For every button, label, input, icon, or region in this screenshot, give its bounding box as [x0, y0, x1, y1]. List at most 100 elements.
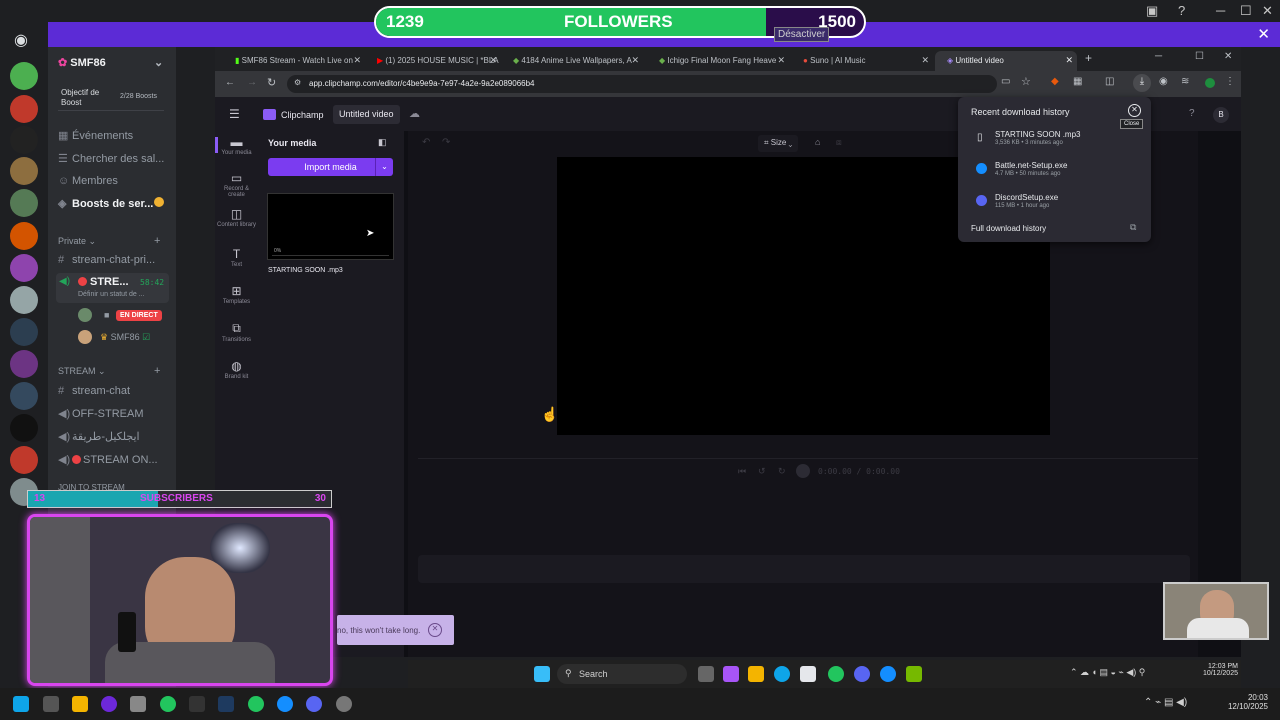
channel-stream-on[interactable]: ◀) STREAM ON... — [58, 453, 158, 466]
crop-icon[interactable]: ⌂ — [815, 137, 820, 147]
new-tab-icon[interactable]: + — [1085, 51, 1092, 65]
discord-logo-icon[interactable]: ◉ — [14, 30, 28, 50]
server-icon[interactable] — [10, 446, 38, 474]
settings-icon[interactable] — [336, 696, 352, 712]
cast-icon[interactable]: ▭ — [1001, 76, 1010, 87]
browser-tab[interactable]: ◆ Ichigo Final Moon Fang Heave ✕ — [647, 51, 789, 71]
server-icon[interactable] — [10, 95, 38, 123]
redo-icon[interactable]: ↷ — [442, 137, 450, 148]
back-icon[interactable]: ← — [225, 77, 235, 88]
nav-record-create[interactable]: ▭ Record & create — [215, 171, 258, 198]
chevron-down-icon[interactable]: ⌄ — [375, 158, 393, 176]
taskbar-search[interactable]: ⚲ Search — [557, 664, 687, 684]
import-media-button[interactable]: Import media ⌄ — [268, 158, 393, 176]
site-info-icon[interactable]: ⚙ — [294, 78, 301, 87]
minimize-icon[interactable]: ─ — [1216, 3, 1225, 18]
star-icon[interactable]: ☆ — [1021, 75, 1031, 88]
close-icon[interactable]: ✕ — [1128, 104, 1141, 117]
file-explorer-icon[interactable] — [748, 666, 764, 682]
browser-tab[interactable]: ▶ (1) 2025 HOUSE MUSIC | *BLA ✕ — [365, 51, 501, 71]
window-icon[interactable]: ▣ — [1146, 3, 1158, 19]
battle-net-icon[interactable] — [880, 666, 896, 682]
menu-members[interactable]: ☺ Membres — [58, 175, 118, 187]
hamburger-menu-icon[interactable]: ☰ — [229, 107, 240, 121]
maximize-icon[interactable]: ☐ — [1240, 3, 1252, 19]
extension-icon[interactable]: ◉ — [1159, 76, 1168, 87]
outer-clock[interactable]: 20:03 12/10/2025 — [1214, 693, 1268, 711]
download-item[interactable]: Battle.net-Setup.exe 4.7 MB • 50 minutes… — [970, 161, 1140, 177]
close-toast-icon[interactable]: ✕ — [428, 623, 442, 637]
add-channel-icon[interactable]: + — [154, 235, 160, 247]
collapse-panel-icon[interactable]: ◧ — [378, 137, 387, 148]
steam-icon[interactable] — [218, 696, 234, 712]
task-view-icon[interactable] — [698, 666, 714, 682]
server-name[interactable]: ✿ SMF86 ⌄ — [58, 56, 163, 69]
timeline-track[interactable] — [418, 555, 1190, 583]
server-icon[interactable] — [10, 222, 38, 250]
menu-browse-channels[interactable]: ☰ Chercher des sal... — [58, 152, 164, 165]
profile-avatar[interactable] — [1205, 78, 1215, 88]
add-channel-icon[interactable]: + — [154, 365, 160, 377]
help-icon[interactable]: ? — [1178, 3, 1185, 18]
discord-icon[interactable] — [854, 666, 870, 682]
nav-transitions[interactable]: ⧉ Transitions — [215, 321, 258, 343]
nav-your-media[interactable]: ▬ Your media — [215, 135, 258, 156]
menu-events[interactable]: ▦ Événements — [58, 129, 133, 142]
discord-icon[interactable] — [306, 696, 322, 712]
account-avatar[interactable]: B — [1213, 107, 1229, 123]
copilot-icon[interactable] — [723, 666, 739, 682]
forward-icon[interactable]: ↻ — [778, 466, 786, 477]
nav-brand-kit[interactable]: ◍ Brand kit — [215, 359, 258, 380]
boost-goal[interactable]: Objectif de Boost 2/28 Boosts — [58, 87, 164, 111]
extensions-icon[interactable]: ▦ — [1073, 76, 1082, 87]
fit-icon[interactable]: ⧈ — [836, 137, 842, 148]
project-name-field[interactable]: Untitled video — [333, 105, 400, 124]
store-icon[interactable] — [800, 666, 816, 682]
close-window-icon[interactable]: ✕ — [1262, 3, 1273, 19]
close-tab-icon[interactable]: ✕ — [1065, 55, 1073, 66]
extension-icon[interactable]: ◆ — [1051, 76, 1059, 87]
server-icon[interactable] — [10, 254, 38, 282]
channel-arabic[interactable]: ◀) ايجلكيل-طريقة — [58, 430, 140, 443]
sidebar-icon[interactable]: ◫ — [1105, 76, 1114, 87]
minimize-icon[interactable]: ─ — [1155, 51, 1162, 62]
close-tab-icon[interactable]: ✕ — [353, 55, 361, 66]
server-icon[interactable] — [10, 318, 38, 346]
close-tab-icon[interactable]: ✕ — [921, 55, 929, 66]
help-icon[interactable]: ? — [1189, 108, 1195, 119]
windows-start-icon[interactable] — [13, 696, 29, 712]
browser-tab[interactable]: ● Suno | AI Music ✕ — [791, 51, 933, 71]
channel-stream-chat-private[interactable]: # stream-chat-pri... — [58, 254, 155, 266]
windows-start-icon[interactable] — [534, 666, 550, 682]
obs-icon[interactable] — [101, 696, 117, 712]
browser-tab[interactable]: ▮ SMF86 Stream - Watch Live on ✕ — [223, 51, 365, 71]
system-tray-icons[interactable]: ⌃ ⌁ ▤ ◀) — [1144, 697, 1187, 708]
voice-channel-active[interactable]: ◀) STRE... 58:42 Définir un statut de ..… — [56, 273, 169, 303]
chrome-icon[interactable] — [248, 696, 264, 712]
battle-net-icon[interactable] — [277, 696, 293, 712]
category-private[interactable]: Private ⌄ — [58, 236, 96, 247]
nvidia-icon[interactable] — [906, 666, 922, 682]
server-icon[interactable] — [10, 382, 38, 410]
close-tab-icon[interactable]: ✕ — [777, 55, 785, 66]
full-download-history-link[interactable]: Full download history — [971, 224, 1046, 233]
skip-back-icon[interactable]: ⏮ — [738, 466, 746, 477]
reload-icon[interactable]: ↻ — [267, 76, 276, 89]
nav-text[interactable]: T Text — [215, 247, 258, 268]
media-thumbnail[interactable]: 0% — [267, 193, 394, 260]
server-icon[interactable] — [10, 350, 38, 378]
file-explorer-icon[interactable] — [72, 696, 88, 712]
maximize-icon[interactable]: ☐ — [1195, 51, 1204, 62]
server-icon[interactable] — [10, 189, 38, 217]
browser-tab[interactable]: ◆ 4184 Anime Live Wallpapers, A ✕ — [501, 51, 643, 71]
extension-icon[interactable]: ≋ — [1181, 76, 1189, 87]
close-window-icon[interactable]: ✕ — [1224, 51, 1232, 62]
nav-content-library[interactable]: ◫ Content library — [215, 207, 258, 228]
edge-icon[interactable] — [774, 666, 790, 682]
size-dropdown[interactable]: ⌗ Size ⌄ — [758, 135, 799, 152]
avatar[interactable] — [78, 330, 92, 344]
system-tray-icons[interactable]: ⌃ ☁ ◖ ▤ ◒ ⌁ ◀) ⚲ — [1070, 667, 1145, 678]
server-icon[interactable] — [10, 414, 38, 442]
undo-icon[interactable]: ↶ — [422, 137, 430, 148]
task-view-icon[interactable] — [43, 696, 59, 712]
